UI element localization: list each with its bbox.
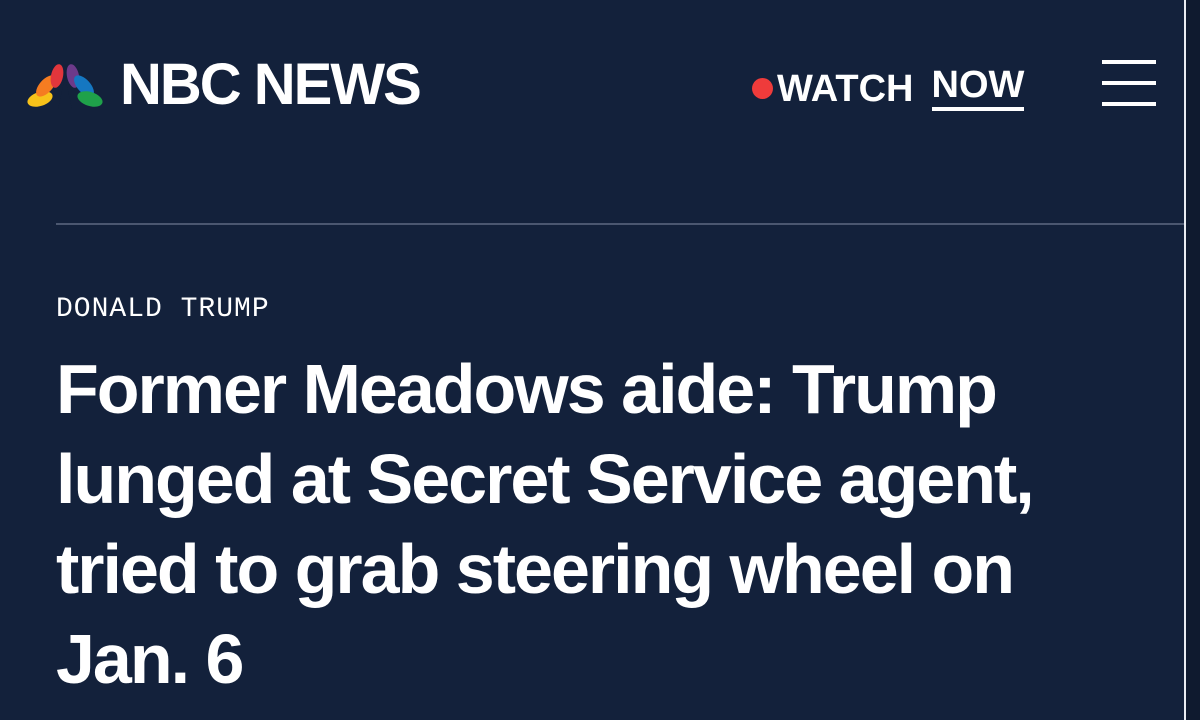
brand-name: NBC NEWS — [120, 52, 422, 117]
brand-logo-link[interactable]: NBC NEWS — [26, 52, 422, 117]
watch-now-link[interactable]: WATCH NOW — [752, 66, 1025, 111]
headline-line: Former Meadows aide: Trump — [56, 350, 998, 428]
headline-line: Jan. 6 — [56, 620, 244, 698]
header-divider — [56, 223, 1184, 225]
nbc-peacock-icon — [27, 64, 103, 109]
headline: Former Meadows aide: Trump lunged at Sec… — [56, 344, 1106, 704]
hamburger-menu-icon[interactable] — [1102, 60, 1156, 108]
headline-line: lunged at Secret Service agent, — [56, 440, 1035, 518]
live-dot-icon — [752, 78, 773, 99]
site-header: NBC NEWS WATCH NOW — [0, 0, 1184, 180]
menu-bar — [1102, 60, 1156, 64]
scroll-edge — [1184, 0, 1200, 720]
scrollbar-line[interactable] — [1184, 0, 1186, 720]
now-label: NOW — [931, 66, 1025, 111]
page: NBC NEWS WATCH NOW DONALD TRUMP Former M… — [0, 0, 1200, 720]
headline-line: tried to grab steering wheel on — [56, 530, 1015, 608]
watch-label: WATCH — [777, 67, 914, 110]
menu-bar — [1102, 81, 1156, 85]
section-label[interactable]: DONALD TRUMP — [56, 296, 270, 324]
menu-bar — [1102, 102, 1156, 106]
article: DONALD TRUMP Former Meadows aide: Trump … — [56, 296, 1106, 704]
